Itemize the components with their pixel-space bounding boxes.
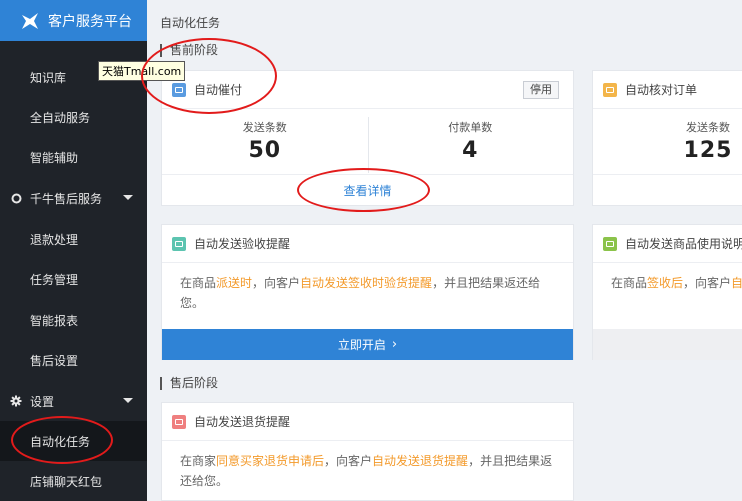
page-title: 自动化任务 — [160, 16, 221, 30]
sidebar-group-label: 设置 — [30, 394, 55, 409]
stat-label: 发送条数 — [242, 121, 287, 134]
gear-icon — [10, 395, 22, 407]
brand-header[interactable]: 客户服务平台 — [0, 0, 147, 41]
sidebar-item-label: 店铺聊天红包 — [30, 474, 103, 489]
sidebar-item-aftersale-settings[interactable]: 售后设置 — [0, 340, 147, 380]
card-auto-payment: 自动催付 停用 发送条数 50 付款单数 4 查看详情 — [161, 70, 574, 206]
desc-highlight: 自 — [731, 276, 742, 290]
circle-icon — [10, 192, 22, 204]
button-label: 立即开启 — [337, 338, 386, 352]
card-description: 在商家同意买家退货申请后，向客户自动发送退货提醒，并且把结果返还给您。 — [162, 441, 573, 501]
card-title: 自动发送商品使用说明 — [625, 237, 742, 251]
card-title: 自动发送退货提醒 — [194, 415, 291, 429]
app-title: 客户服务平台 — [48, 13, 132, 30]
card-title: 自动催付 — [194, 83, 243, 97]
main-content: 自动化任务 售前阶段 自动催付 停用 发送条数 50 付款单数 4 查看详情 自… — [147, 0, 742, 501]
sidebar-item-auto-service[interactable]: 全自动服务 — [0, 97, 147, 137]
caret-down-icon — [123, 398, 133, 403]
card-description: 在商品签收后，向客户自 — [593, 263, 742, 329]
edit-icon — [603, 236, 617, 251]
order-icon — [603, 82, 617, 97]
caret-down-icon — [123, 195, 133, 200]
sidebar-item-label: 智能报表 — [30, 313, 79, 328]
desc-text: ，向客户 — [683, 276, 732, 290]
desc-highlight: 自动发送退货提醒 — [372, 454, 469, 468]
card-return-reminder: 自动发送退货提醒 在商家同意买家退货申请后，向客户自动发送退货提醒，并且把结果返… — [161, 402, 574, 501]
sidebar-item-label: 知识库 — [30, 70, 67, 85]
stat-sent-count: 发送条数 50 — [162, 109, 368, 174]
sidebar-item-label: 自动化任务 — [30, 434, 91, 449]
desc-highlight: 同意买家退货申请后 — [216, 454, 325, 468]
desc-text: ，向客户 — [252, 276, 301, 290]
card-usage-instructions: 自动发送商品使用说明 在商品签收后，向客户自 — [592, 224, 742, 360]
sidebar-item-automation-tasks[interactable]: 自动化任务 — [0, 421, 147, 461]
enable-button[interactable] — [593, 329, 742, 360]
stat-value: 125 — [683, 138, 733, 163]
sidebar-group-label: 千牛售后服务 — [30, 191, 103, 206]
sidebar-item-shop-chat-redpacket[interactable]: 店铺聊天红包 — [0, 461, 147, 501]
desc-text: 在商家 — [180, 454, 217, 468]
stat-paid-orders: 付款单数 4 — [367, 109, 574, 174]
card-title: 自动发送验收提醒 — [194, 237, 291, 251]
payment-icon — [172, 82, 186, 97]
sidebar-item-label: 任务管理 — [30, 272, 79, 287]
chevron-right-icon: › — [391, 337, 398, 352]
desc-highlight: 签收后 — [647, 276, 684, 290]
sidebar-item-label: 智能辅助 — [30, 150, 79, 165]
card-auto-order-check: 自动核对订单 发送条数 125 — [592, 70, 742, 206]
stat-sent-count: 发送条数 125 — [593, 109, 742, 174]
stat-label: 发送条数 — [686, 121, 730, 134]
presale-section-title: 售前阶段 — [160, 44, 218, 57]
desc-highlight: 自动发送签收时验货提醒 — [300, 276, 433, 290]
sidebar-item-refund[interactable]: 退款处理 — [0, 219, 147, 259]
message-icon — [172, 236, 186, 251]
desc-text: ，向客户 — [324, 454, 373, 468]
sidebar-item-label: 退款处理 — [30, 232, 79, 247]
stat-value: 4 — [462, 138, 479, 163]
stat-value: 50 — [248, 138, 282, 163]
desc-text: 在商品 — [180, 276, 217, 290]
sidebar-group-settings[interactable]: 设置 — [0, 381, 147, 421]
enable-now-button[interactable]: 立即开启 › — [162, 329, 573, 360]
sidebar-item-label: 全自动服务 — [30, 110, 91, 125]
sidebar-item-task-manage[interactable]: 任务管理 — [0, 259, 147, 299]
stat-label: 付款单数 — [448, 121, 493, 134]
desc-highlight: 派送时 — [216, 276, 253, 290]
desc-text: 在商品 — [611, 276, 648, 290]
view-details-link[interactable]: 查看详情 — [162, 175, 573, 205]
sidebar-item-reports[interactable]: 智能报表 — [0, 300, 147, 340]
sidebar-group-aftersale[interactable]: 千牛售后服务 — [0, 178, 147, 218]
card-description: 在商品派送时，向客户自动发送签收时验货提醒，并且把结果返还给您。 — [162, 263, 573, 329]
card-receipt-reminder: 自动发送验收提醒 在商品派送时，向客户自动发送签收时验货提醒，并且把结果返还给您… — [161, 224, 574, 360]
card-title: 自动核对订单 — [625, 83, 698, 97]
sidebar-item-smart-assist[interactable]: 智能辅助 — [0, 137, 147, 177]
sidebar-item-label: 售后设置 — [30, 353, 79, 368]
return-icon — [172, 414, 186, 429]
stop-button[interactable]: 停用 — [523, 81, 559, 99]
bird-logo-icon — [22, 12, 38, 29]
tooltip: 天猫Tmall.com — [98, 61, 186, 81]
aftersale-section-title: 售后阶段 — [160, 377, 218, 390]
